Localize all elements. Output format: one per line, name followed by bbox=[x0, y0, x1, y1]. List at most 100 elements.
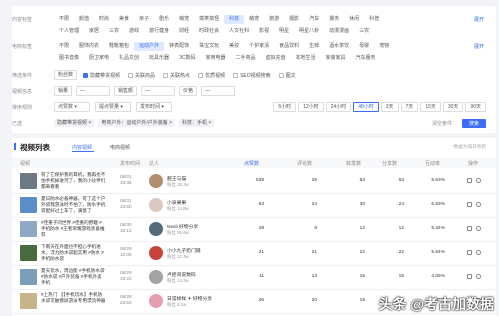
ecom-category-tag[interactable]: 二手商品 bbox=[230, 54, 260, 63]
content-category-tag[interactable]: 人文社科 bbox=[224, 27, 254, 36]
video-thumbnail[interactable] bbox=[20, 245, 37, 261]
content-category-tag[interactable]: 动漫漫画 bbox=[324, 27, 354, 36]
content-category-tag[interactable]: 时尚 bbox=[94, 15, 114, 24]
video-title[interactable]: #上热门 【【手机玩水】手机防水袋可触摸屏游泳专用漂流神器 bbox=[41, 292, 106, 310]
avatar[interactable] bbox=[149, 270, 163, 284]
ecom-category-tag[interactable]: 礼品文创 bbox=[114, 54, 144, 63]
ecom-category-tag[interactable]: 图书音像 bbox=[54, 54, 84, 63]
content-category-tag[interactable]: 爆务 bbox=[324, 15, 344, 24]
video-thumbnail[interactable] bbox=[20, 221, 37, 237]
clear-button[interactable]: 清空条件 bbox=[432, 120, 452, 127]
video-info-select[interactable]: 销量 bbox=[54, 86, 73, 96]
condition-checkbox[interactable]: SEO视频搜索 bbox=[233, 72, 271, 79]
condition-checkbox[interactable]: 图文 bbox=[278, 72, 296, 79]
condition-checkbox[interactable]: 优质视频 bbox=[198, 72, 225, 79]
col-likes[interactable]: 点赞数 bbox=[244, 160, 259, 167]
ecom-category-tag[interactable]: 虚拟充值 bbox=[261, 54, 291, 63]
content-category-tag[interactable]: 旅行健身 bbox=[144, 27, 174, 36]
col-date[interactable]: 发布时间 bbox=[120, 160, 140, 167]
content-category-tag[interactable]: 家居 bbox=[84, 27, 104, 36]
table-row[interactable]: 夏天玩水，周边能 #手机防水袋 #防水袋 #户外装备 #手机外卖手机 08/29 … bbox=[12, 265, 496, 290]
table-row[interactable]: 下雨天在外面也不担心手机进水，浮力防水袋超实用 #防水 #手机防水袋 08/29 … bbox=[12, 241, 496, 266]
ecom-category-tag[interactable]: 母婴 bbox=[354, 42, 374, 51]
video-thumbnail[interactable] bbox=[20, 293, 37, 309]
content-category-tag[interactable]: 科普 bbox=[364, 15, 384, 24]
time-range-button[interactable]: 90天 bbox=[465, 102, 486, 112]
content-category-tag[interactable]: 时政社会 bbox=[194, 27, 224, 36]
content-category-tag[interactable]: 搞笑搞怪 bbox=[194, 15, 224, 24]
ecom-category-tag[interactable]: 珠宝文玩 bbox=[194, 42, 224, 51]
sort-select[interactable]: 点赞数 ▾ bbox=[54, 102, 90, 112]
time-range-button[interactable]: 15天 bbox=[420, 102, 441, 112]
author-name[interactable]: 卢娃哥说数码 bbox=[167, 271, 196, 278]
ecom-category-tag[interactable]: 家装家具 bbox=[321, 54, 351, 63]
ecom-category-expand-button[interactable]: 展开 bbox=[474, 43, 484, 50]
video-info-select[interactable]: 销售额 bbox=[114, 86, 138, 96]
more-icon[interactable] bbox=[476, 226, 481, 231]
checkbox-box[interactable] bbox=[233, 72, 239, 78]
content-category-tag[interactable]: 明星八卦 bbox=[294, 27, 324, 36]
checkbox-box[interactable] bbox=[278, 72, 284, 78]
checkbox-box[interactable] bbox=[128, 72, 134, 78]
detail-icon[interactable] bbox=[467, 274, 472, 279]
video-info-select[interactable]: 价格 bbox=[179, 86, 198, 96]
author-name[interactable]: 日常样样 ✦ 好物分享 bbox=[167, 295, 212, 302]
ecom-category-tag[interactable]: 服饰内衣 bbox=[74, 42, 104, 51]
col-shares2[interactable]: 分享数 bbox=[382, 160, 397, 167]
range-input[interactable]: — bbox=[141, 86, 176, 96]
video-thumbnail[interactable] bbox=[20, 173, 37, 189]
content-category-tag[interactable]: 萌宠 bbox=[174, 15, 194, 24]
avatar[interactable] bbox=[149, 198, 163, 212]
content-category-tag[interactable]: 休闲 bbox=[344, 15, 364, 24]
time-range-button[interactable]: 30天 bbox=[442, 102, 464, 112]
condition-checkbox[interactable]: 关联商品 bbox=[128, 72, 155, 79]
content-category-tag[interactable]: 游戏 bbox=[124, 27, 144, 36]
ecom-category-tag[interactable]: 玩具乐器 bbox=[144, 54, 174, 63]
detail-icon[interactable] bbox=[467, 202, 472, 207]
content-category-tag[interactable]: 财经 bbox=[174, 27, 194, 36]
detail-icon[interactable] bbox=[467, 250, 472, 255]
ecom-category-tag[interactable]: 酒水茶饮 bbox=[324, 42, 354, 51]
ecom-category-tag[interactable]: 鞋靴箱包 bbox=[104, 42, 134, 51]
avatar[interactable] bbox=[149, 294, 163, 308]
video-title[interactable]: 有了它保护我的耳机，我再也不怕手机掉进河了，我的小伙伴们都来看看 bbox=[41, 172, 106, 190]
detail-icon[interactable] bbox=[467, 178, 472, 183]
col-rate[interactable]: 互动率 bbox=[425, 160, 440, 167]
author-name[interactable]: Nesli 好物分享 bbox=[167, 223, 198, 230]
range-input[interactable]: — bbox=[76, 86, 111, 96]
ecom-category-tag[interactable]: 生鲜 bbox=[304, 42, 324, 51]
ecom-category-tag[interactable]: 本地生活 bbox=[291, 54, 321, 63]
sort-select[interactable]: 发布时间 ▾ bbox=[136, 102, 172, 112]
time-range-button[interactable]: 12小时 bbox=[298, 102, 324, 112]
content-category-tag[interactable]: 影视 bbox=[254, 27, 274, 36]
content-category-tag[interactable]: 摄影 bbox=[284, 15, 304, 24]
ecom-category-tag[interactable]: 厨卫家电 bbox=[84, 54, 114, 63]
detail-icon[interactable] bbox=[467, 226, 472, 231]
ecom-category-tag[interactable]: 食品饮料 bbox=[274, 42, 304, 51]
ecom-category-tag[interactable]: 家用电器 bbox=[200, 54, 230, 63]
more-icon[interactable] bbox=[476, 202, 481, 207]
content-category-tag[interactable]: 美食 bbox=[114, 15, 134, 24]
ecom-category-tag[interactable]: 3C数码 bbox=[174, 54, 200, 63]
condition-checkbox[interactable]: 关联热点 bbox=[163, 72, 190, 79]
video-title[interactable]: #佳重子问世界 #佳重的野趣 #手机防水 #王者荣耀游戏装备推荐 bbox=[41, 220, 106, 238]
ecom-category-tag[interactable]: 个护家清 bbox=[244, 42, 274, 51]
avatar[interactable] bbox=[149, 222, 163, 236]
content-category-tag[interactable]: 汽车 bbox=[304, 15, 324, 24]
selected-chip[interactable]: 科技：手机 × bbox=[179, 119, 215, 127]
time-range-button[interactable]: 6小时 bbox=[273, 102, 297, 112]
more-icon[interactable] bbox=[476, 250, 481, 255]
content-category-tag[interactable]: 亲子 bbox=[134, 15, 154, 24]
time-range-button[interactable]: 24小时 bbox=[325, 102, 352, 112]
video-title[interactable]: 夏天玩水，周边能 #手机防水袋 #防水袋 #户外装备 #手机外卖手机 bbox=[41, 268, 106, 286]
content-category-tag[interactable]: 个人管理 bbox=[54, 27, 84, 36]
ecom-category-tag[interactable]: 汽车服务 bbox=[351, 54, 381, 63]
table-row[interactable]: 有了它保护我的耳机，我再也不怕手机掉进河了，我的小伙伴们都来看看 08/31 16… bbox=[12, 169, 496, 194]
video-title[interactable]: 下雨天在外面也不担心手机进水，浮力防水袋超实用 #防水 #手机防水袋 bbox=[41, 244, 106, 262]
ecom-category-tag[interactable]: 宠物 bbox=[374, 42, 394, 51]
content-category-tag[interactable]: 三农 bbox=[104, 27, 124, 36]
ecom-category-tag[interactable]: 不限 bbox=[54, 42, 74, 51]
content-category-tag[interactable]: 明星 bbox=[274, 27, 294, 36]
content-category-tag[interactable]: 颜值 bbox=[74, 15, 94, 24]
video-title[interactable]: 夏日防水必备神器，有了这个户外袋我游泳时不怕了，防水手机袋配好过上车了，满意了 bbox=[41, 196, 106, 214]
